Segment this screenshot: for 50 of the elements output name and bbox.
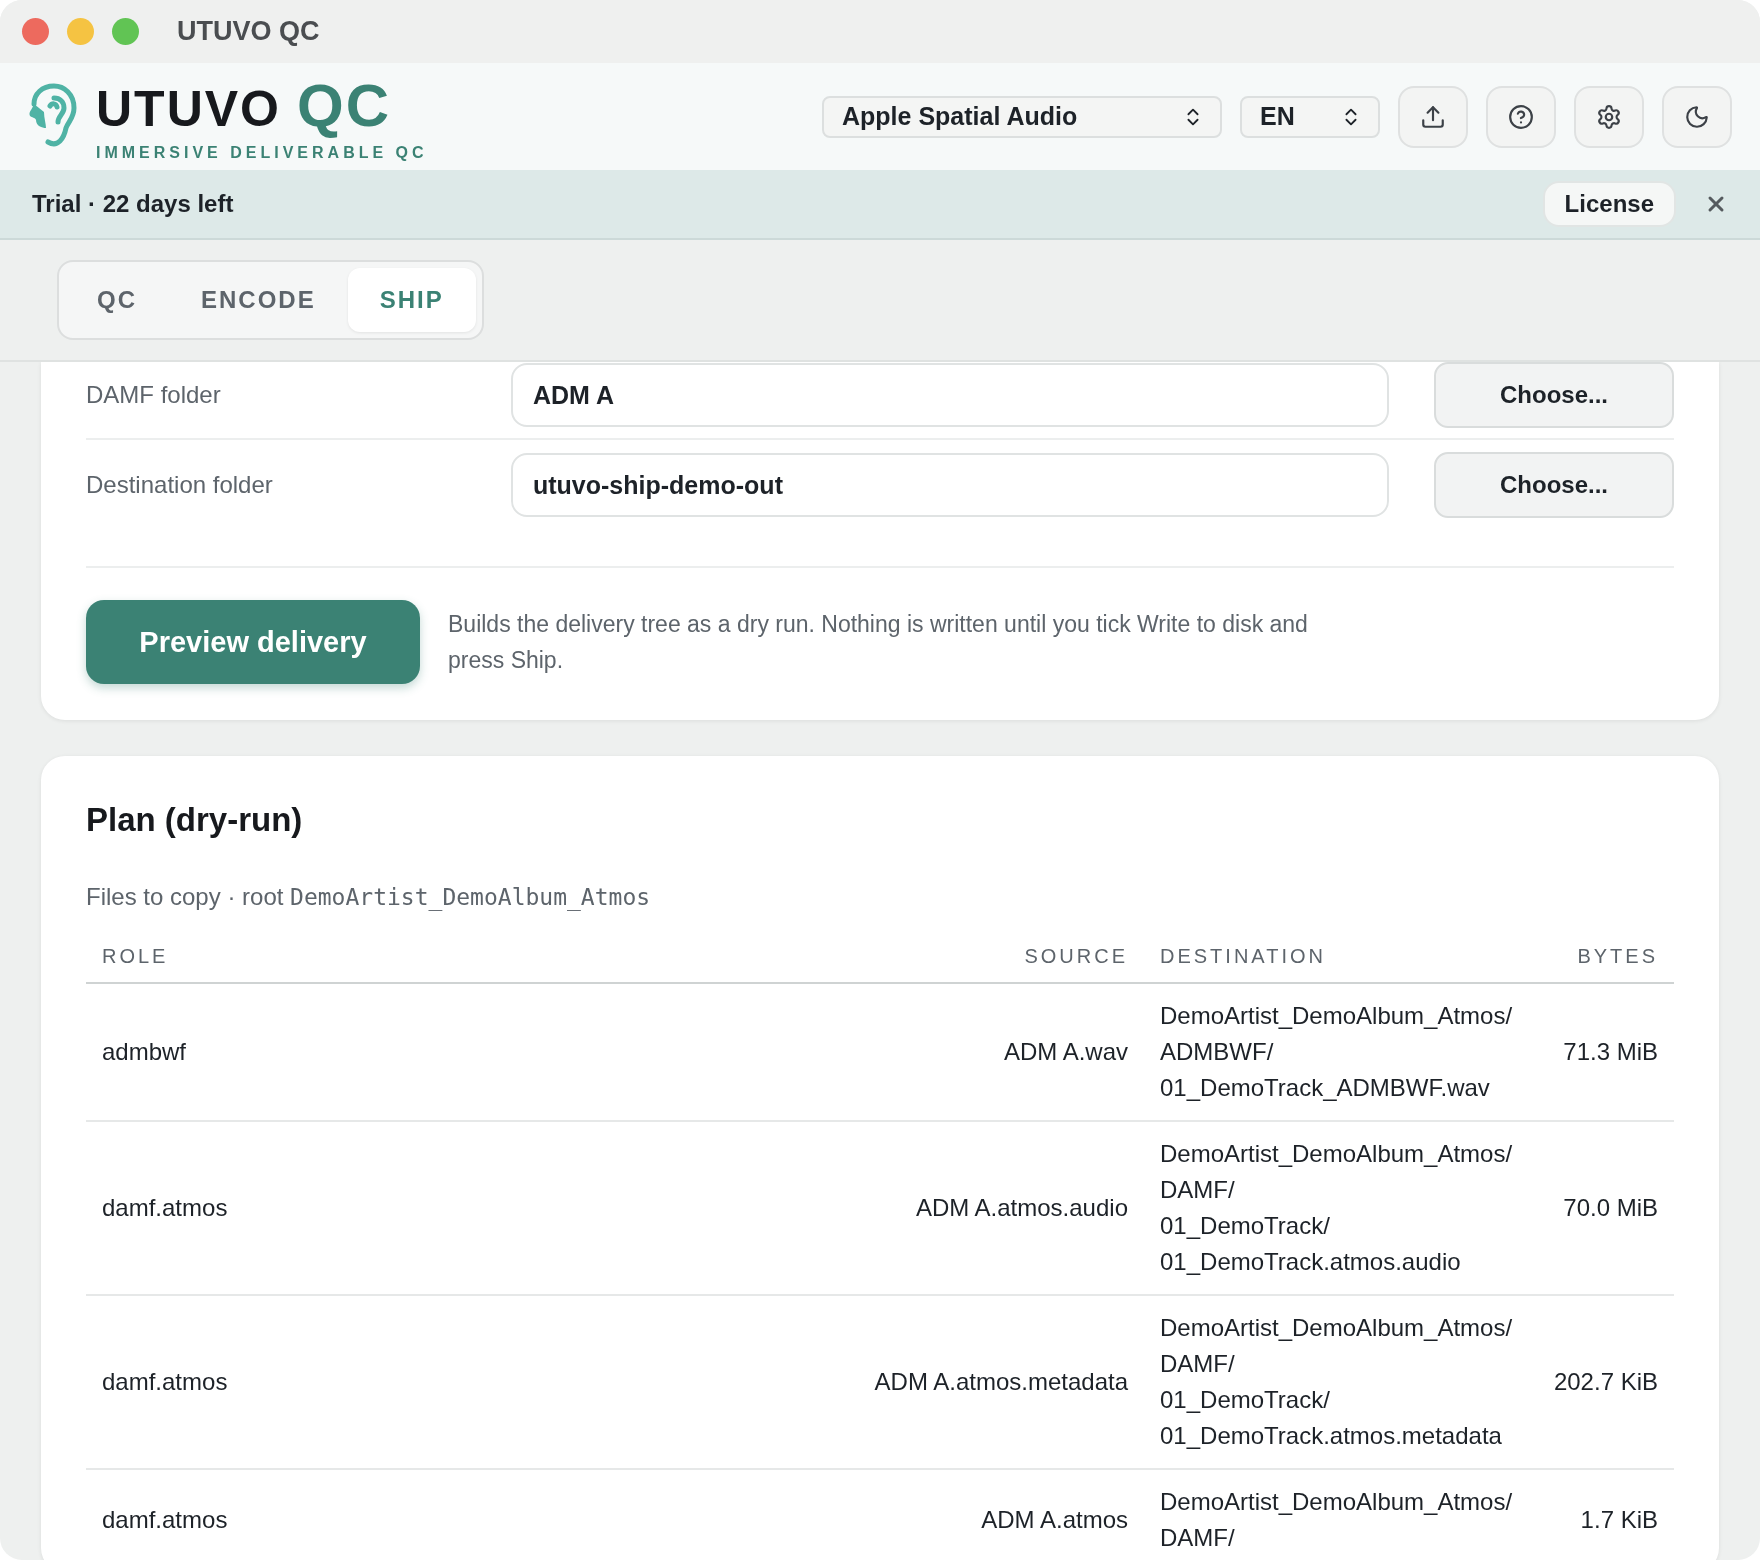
preview-button[interactable]: Preview delivery <box>86 600 420 684</box>
target-select[interactable]: Apple Spatial Audio <box>822 95 1222 138</box>
table-cell: ADM A.atmos.audio <box>858 1122 1144 1296</box>
table-cell: 70.0 MiB <box>1524 1122 1674 1296</box>
settings-button[interactable] <box>1574 85 1644 148</box>
table-cell: admbwf <box>86 984 859 1122</box>
plan-title: Plan (dry-run) <box>86 801 304 839</box>
mode-tab[interactable]: SHIP <box>347 268 476 332</box>
column-header: DESTINATION <box>1144 945 1524 984</box>
choose-button[interactable]: Choose... <box>1434 362 1674 428</box>
choose-button[interactable]: Choose... <box>1434 452 1674 518</box>
settings-icon <box>1596 103 1622 130</box>
table-cell: DemoArtist_DemoAlbum_Atmos/ ADMBWF/ 01_DemoTrack_ADMBWF.wav <box>1144 984 1524 1122</box>
table-cell: damf.atmos <box>86 1122 859 1296</box>
table-cell: DemoArtist_DemoAlbum_Atmos/ DAMF/ <box>1144 1470 1524 1560</box>
logo-tagline: IMMERSIVE DELIVERABLE QC <box>96 144 428 162</box>
help-icon <box>1508 103 1534 130</box>
upload-icon <box>1420 103 1446 130</box>
table-cell: DemoArtist_DemoAlbum_Atmos/ DAMF/ 01_DemoTrack/ 01_DemoTrack.atmos.audio <box>1144 1122 1524 1296</box>
mode-tab[interactable]: ENCODE <box>169 268 348 332</box>
plan-subtitle: Files to copy · root DemoArtist_DemoAlbum_Atmos <box>86 883 652 911</box>
column-header: ROLE <box>86 945 859 984</box>
language-select[interactable]: EN <box>1240 95 1380 138</box>
table-cell: damf.atmos <box>86 1296 859 1470</box>
table-cell: ADM A.atmos <box>858 1470 1144 1560</box>
help-button[interactable] <box>1486 85 1556 148</box>
column-header: SOURCE <box>858 945 1144 984</box>
table-cell: ADM A.atmos.metadata <box>858 1296 1144 1470</box>
theme-button[interactable] <box>1662 85 1732 148</box>
logo-accent: QC <box>297 71 391 140</box>
column-header: BYTES <box>1524 945 1674 984</box>
upload-button[interactable] <box>1398 85 1468 148</box>
table-cell: DemoArtist_DemoAlbum_Atmos/ DAMF/ 01_DemoTrack/ 01_DemoTrack.atmos.metadata <box>1144 1296 1524 1470</box>
field-label: Destination folder <box>86 471 274 499</box>
license-button[interactable]: License <box>1542 181 1676 227</box>
table-cell: 71.3 MiB <box>1524 984 1674 1122</box>
table-cell: ADM A.wav <box>858 984 1144 1122</box>
table-cell: 202.7 KiB <box>1524 1296 1674 1470</box>
close-window-button[interactable] <box>22 18 49 45</box>
preview-description: Builds the delivery tree as a dry run. Nothing is written until you tick Write to disk and press Ship. <box>448 610 1309 675</box>
moon-icon <box>1684 103 1710 130</box>
field-label: DAMF folder <box>86 381 222 409</box>
table-cell: 1.7 KiB <box>1524 1470 1674 1560</box>
window-title: UTUVO QC <box>177 16 320 47</box>
trial-status: Trial · 22 days left <box>32 190 234 218</box>
table-cell: damf.atmos <box>86 1470 859 1560</box>
folder-field[interactable]: utuvo-ship-demo-out <box>511 453 1389 517</box>
mode-tab[interactable]: QC <box>65 268 169 332</box>
logo-wordmark: UTUVO <box>96 80 281 138</box>
folder-field[interactable]: ADM A <box>511 363 1389 427</box>
